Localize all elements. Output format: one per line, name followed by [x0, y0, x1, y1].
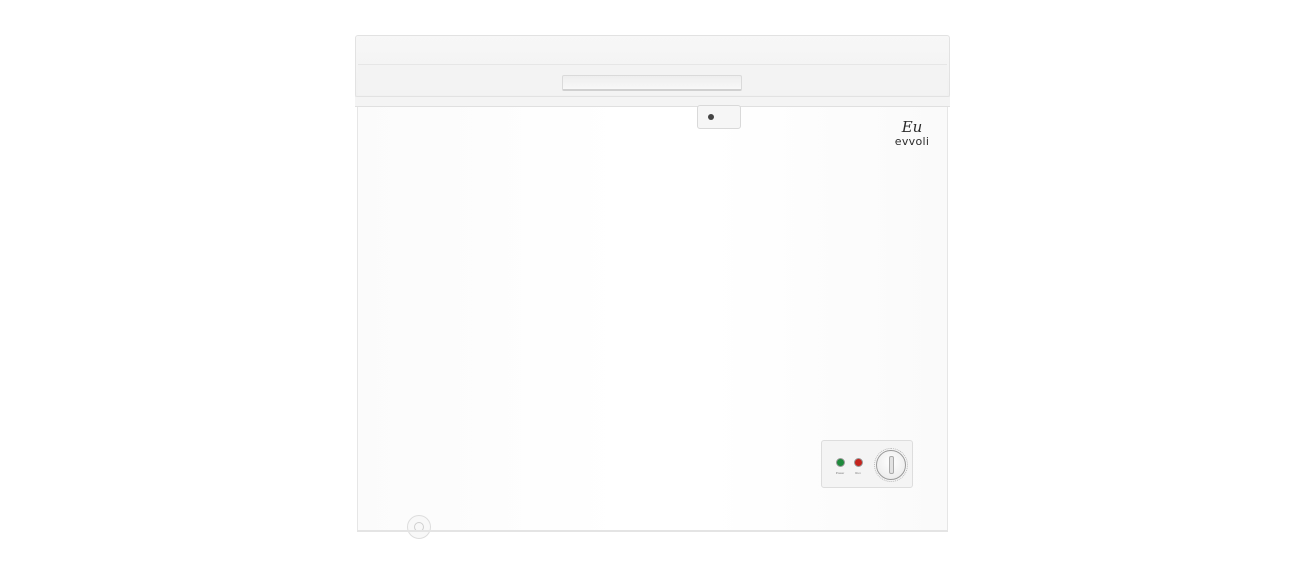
brand-logo: Eu evvoli	[887, 119, 937, 155]
power-label: Power	[835, 471, 845, 475]
thermostat-dial[interactable]	[876, 450, 906, 480]
run-label: Run	[855, 471, 861, 475]
drain-plug[interactable]	[407, 515, 431, 539]
freezer-lid[interactable]	[355, 35, 950, 97]
power-indicator-icon	[836, 458, 845, 467]
brand-name: evvoli	[894, 135, 930, 148]
control-panel: Power Run	[821, 440, 913, 488]
lock[interactable]	[697, 105, 741, 129]
lid-seam	[355, 97, 950, 107]
dial-grip	[889, 456, 894, 474]
brand-mark: Eu	[901, 118, 923, 136]
keyhole-icon	[708, 114, 714, 120]
chest-freezer: Eu evvoli Power Run	[355, 35, 950, 539]
cabinet-base	[357, 530, 948, 532]
run-indicator-icon	[854, 458, 863, 467]
lid-handle[interactable]	[562, 75, 742, 91]
